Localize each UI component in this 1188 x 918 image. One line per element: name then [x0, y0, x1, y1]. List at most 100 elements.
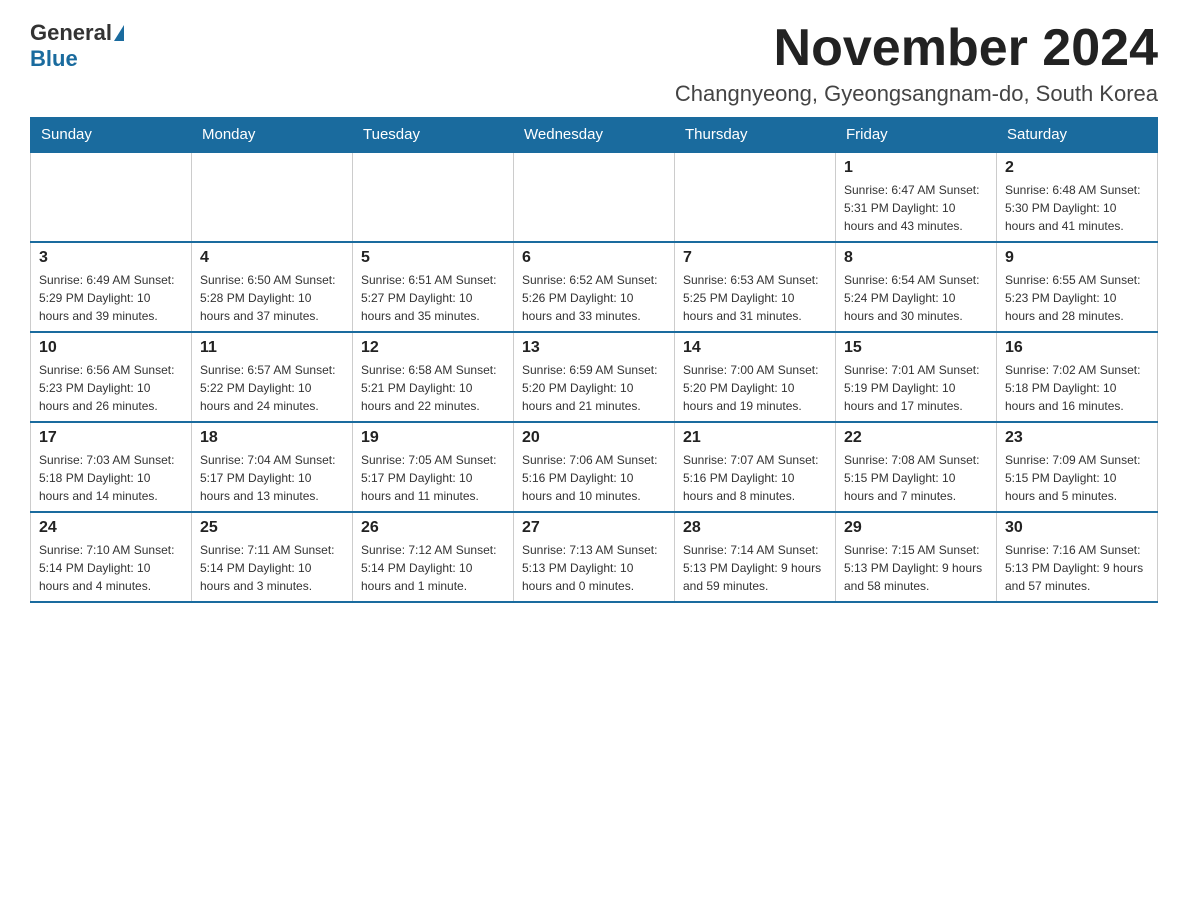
column-header-wednesday: Wednesday — [514, 118, 675, 153]
day-number: 8 — [844, 249, 988, 267]
logo-triangle-icon — [114, 25, 124, 41]
day-info: Sunrise: 6:47 AM Sunset: 5:31 PM Dayligh… — [844, 181, 988, 235]
calendar-day: 20 Sunrise: 7:06 AM Sunset: 5:16 PM Dayli… — [514, 422, 675, 512]
calendar-day: 1Sunrise: 6:47 AM Sunset: 5:31 PM Daylig… — [836, 152, 997, 242]
month-title: November 2024 — [675, 20, 1158, 77]
calendar-day: 27 Sunrise: 7:13 AM Sunset: 5:13 PM Dayli… — [514, 512, 675, 602]
day-number: 30 — [1005, 519, 1149, 537]
day-number: 26 — [361, 519, 505, 537]
day-info: Sunrise: 7:08 AM Sunset: 5:15 PM Dayligh… — [844, 451, 988, 505]
day-info: Sunrise: 6:54 AM Sunset: 5:24 PM Dayligh… — [844, 271, 988, 325]
column-header-saturday: Saturday — [997, 118, 1158, 153]
calendar-day: 26 Sunrise: 7:12 AM Sunset: 5:14 PM Dayli… — [353, 512, 514, 602]
day-info: Sunrise: 7:12 AM Sunset: 5:14 PM Dayligh… — [361, 541, 505, 595]
day-number: 16 — [1005, 339, 1149, 357]
calendar-day: 2 Sunrise: 6:48 AM Sunset: 5:30 PM Daylig… — [997, 152, 1158, 242]
day-info: Sunrise: 6:50 AM Sunset: 5:28 PM Dayligh… — [200, 271, 344, 325]
column-header-tuesday: Tuesday — [353, 118, 514, 153]
day-info: Sunrise: 6:55 AM Sunset: 5:23 PM Dayligh… — [1005, 271, 1149, 325]
day-info: Sunrise: 7:02 AM Sunset: 5:18 PM Dayligh… — [1005, 361, 1149, 415]
calendar-day: 24 Sunrise: 7:10 AM Sunset: 5:14 PM Dayli… — [31, 512, 192, 602]
day-info: Sunrise: 7:05 AM Sunset: 5:17 PM Dayligh… — [361, 451, 505, 505]
day-number: 18 — [200, 429, 344, 447]
location-title: Changnyeong, Gyeongsangnam-do, South Kor… — [675, 81, 1158, 107]
calendar-day: 28Sunrise: 7:14 AM Sunset: 5:13 PM Dayli… — [675, 512, 836, 602]
calendar-day — [192, 152, 353, 242]
calendar-week-2: 3 Sunrise: 6:49 AM Sunset: 5:29 PM Daylig… — [31, 242, 1158, 332]
day-info: Sunrise: 7:15 AM Sunset: 5:13 PM Dayligh… — [844, 541, 988, 595]
calendar-day: 18 Sunrise: 7:04 AM Sunset: 5:17 PM Dayli… — [192, 422, 353, 512]
day-number: 4 — [200, 249, 344, 267]
day-number: 21 — [683, 429, 827, 447]
calendar-day: 3 Sunrise: 6:49 AM Sunset: 5:29 PM Daylig… — [31, 242, 192, 332]
calendar-day: 23 Sunrise: 7:09 AM Sunset: 5:15 PM Dayli… — [997, 422, 1158, 512]
logo-general-text: General — [30, 20, 112, 46]
calendar-day: 16 Sunrise: 7:02 AM Sunset: 5:18 PM Dayli… — [997, 332, 1158, 422]
day-info: Sunrise: 7:00 AM Sunset: 5:20 PM Dayligh… — [683, 361, 827, 415]
column-header-thursday: Thursday — [675, 118, 836, 153]
calendar-day — [353, 152, 514, 242]
calendar-week-3: 10Sunrise: 6:56 AM Sunset: 5:23 PM Dayli… — [31, 332, 1158, 422]
day-number: 15 — [844, 339, 988, 357]
calendar-week-4: 17 Sunrise: 7:03 AM Sunset: 5:18 PM Dayli… — [31, 422, 1158, 512]
day-number: 17 — [39, 429, 183, 447]
day-info: Sunrise: 7:13 AM Sunset: 5:13 PM Dayligh… — [522, 541, 666, 595]
day-number: 14 — [683, 339, 827, 357]
day-number: 6 — [522, 249, 666, 267]
calendar-day: 22 Sunrise: 7:08 AM Sunset: 5:15 PM Dayli… — [836, 422, 997, 512]
calendar-day — [675, 152, 836, 242]
calendar-week-5: 24 Sunrise: 7:10 AM Sunset: 5:14 PM Dayli… — [31, 512, 1158, 602]
day-info: Sunrise: 6:58 AM Sunset: 5:21 PM Dayligh… — [361, 361, 505, 415]
day-info: Sunrise: 7:07 AM Sunset: 5:16 PM Dayligh… — [683, 451, 827, 505]
calendar-day: 12 Sunrise: 6:58 AM Sunset: 5:21 PM Dayli… — [353, 332, 514, 422]
calendar-day: 13Sunrise: 6:59 AM Sunset: 5:20 PM Dayli… — [514, 332, 675, 422]
day-number: 22 — [844, 429, 988, 447]
calendar-day: 15Sunrise: 7:01 AM Sunset: 5:19 PM Dayli… — [836, 332, 997, 422]
day-info: Sunrise: 6:48 AM Sunset: 5:30 PM Dayligh… — [1005, 181, 1149, 235]
day-number: 12 — [361, 339, 505, 357]
day-number: 24 — [39, 519, 183, 537]
calendar-day: 9Sunrise: 6:55 AM Sunset: 5:23 PM Daylig… — [997, 242, 1158, 332]
calendar-day: 21 Sunrise: 7:07 AM Sunset: 5:16 PM Dayli… — [675, 422, 836, 512]
day-info: Sunrise: 6:57 AM Sunset: 5:22 PM Dayligh… — [200, 361, 344, 415]
calendar-day: 4 Sunrise: 6:50 AM Sunset: 5:28 PM Daylig… — [192, 242, 353, 332]
title-block: November 2024 Changnyeong, Gyeongsangnam… — [675, 20, 1158, 107]
calendar-day — [514, 152, 675, 242]
day-info: Sunrise: 6:49 AM Sunset: 5:29 PM Dayligh… — [39, 271, 183, 325]
day-info: Sunrise: 7:06 AM Sunset: 5:16 PM Dayligh… — [522, 451, 666, 505]
day-info: Sunrise: 7:04 AM Sunset: 5:17 PM Dayligh… — [200, 451, 344, 505]
logo-blue-text: Blue — [30, 46, 78, 72]
page-header: General Blue November 2024 Changnyeong, … — [30, 20, 1158, 107]
calendar-day: 8 Sunrise: 6:54 AM Sunset: 5:24 PM Daylig… — [836, 242, 997, 332]
calendar-header-row: SundayMondayTuesdayWednesdayThursdayFrid… — [31, 118, 1158, 153]
day-info: Sunrise: 7:09 AM Sunset: 5:15 PM Dayligh… — [1005, 451, 1149, 505]
day-number: 25 — [200, 519, 344, 537]
column-header-monday: Monday — [192, 118, 353, 153]
day-info: Sunrise: 7:10 AM Sunset: 5:14 PM Dayligh… — [39, 541, 183, 595]
calendar-day: 7Sunrise: 6:53 AM Sunset: 5:25 PM Daylig… — [675, 242, 836, 332]
day-number: 20 — [522, 429, 666, 447]
day-info: Sunrise: 6:52 AM Sunset: 5:26 PM Dayligh… — [522, 271, 666, 325]
day-info: Sunrise: 7:11 AM Sunset: 5:14 PM Dayligh… — [200, 541, 344, 595]
day-info: Sunrise: 7:16 AM Sunset: 5:13 PM Dayligh… — [1005, 541, 1149, 595]
column-header-friday: Friday — [836, 118, 997, 153]
day-info: Sunrise: 7:03 AM Sunset: 5:18 PM Dayligh… — [39, 451, 183, 505]
calendar-week-1: 1Sunrise: 6:47 AM Sunset: 5:31 PM Daylig… — [31, 152, 1158, 242]
day-number: 27 — [522, 519, 666, 537]
calendar-table: SundayMondayTuesdayWednesdayThursdayFrid… — [30, 117, 1158, 603]
day-number: 19 — [361, 429, 505, 447]
day-number: 3 — [39, 249, 183, 267]
day-number: 23 — [1005, 429, 1149, 447]
day-number: 28 — [683, 519, 827, 537]
day-number: 29 — [844, 519, 988, 537]
calendar-day — [31, 152, 192, 242]
day-number: 10 — [39, 339, 183, 357]
calendar-day: 14 Sunrise: 7:00 AM Sunset: 5:20 PM Dayli… — [675, 332, 836, 422]
calendar-day: 11Sunrise: 6:57 AM Sunset: 5:22 PM Dayli… — [192, 332, 353, 422]
calendar-day: 25 Sunrise: 7:11 AM Sunset: 5:14 PM Dayli… — [192, 512, 353, 602]
calendar-day: 5Sunrise: 6:51 AM Sunset: 5:27 PM Daylig… — [353, 242, 514, 332]
day-info: Sunrise: 6:53 AM Sunset: 5:25 PM Dayligh… — [683, 271, 827, 325]
calendar-day: 17 Sunrise: 7:03 AM Sunset: 5:18 PM Dayli… — [31, 422, 192, 512]
logo: General Blue — [30, 20, 124, 72]
day-number: 2 — [1005, 159, 1149, 177]
